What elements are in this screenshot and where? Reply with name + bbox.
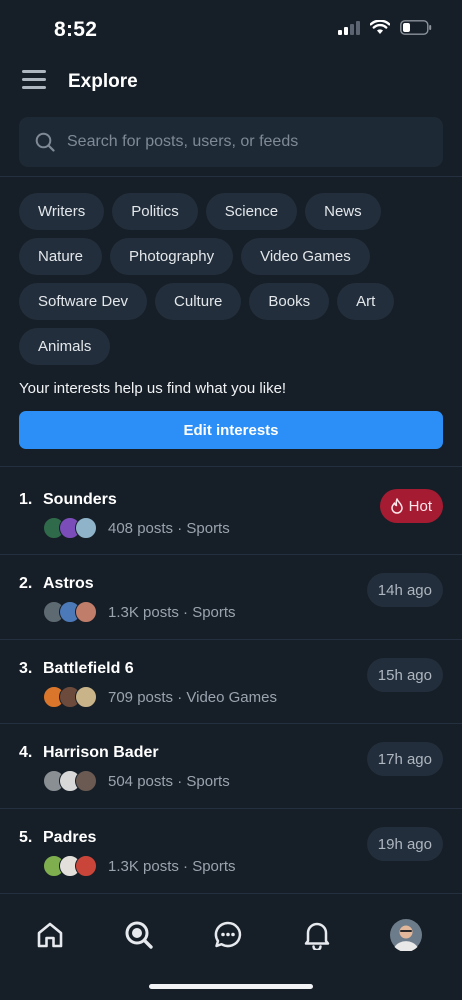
divider (0, 466, 462, 467)
trend-meta: 1.3K posts · Sports (108, 604, 236, 621)
trend-meta: 709 posts · Video Games (108, 689, 277, 706)
trend-name: Battlefield 6 (43, 660, 134, 677)
chat-icon[interactable] (211, 918, 245, 952)
flame-icon (390, 498, 403, 514)
avatar (75, 517, 97, 539)
divider (0, 554, 462, 555)
avatar (75, 855, 97, 877)
search-icon[interactable] (122, 918, 156, 952)
trend-rank: 5. (19, 829, 33, 846)
time-badge: 19h ago (366, 827, 443, 861)
avatar (75, 601, 97, 623)
cellular-signal-icon (338, 20, 360, 35)
avatar-stack (43, 601, 99, 623)
chip-writers[interactable]: Writers (19, 193, 105, 230)
home-icon[interactable] (33, 918, 67, 952)
avatar-stack (43, 855, 99, 877)
avatar-stack (43, 686, 99, 708)
time-badge: 17h ago (366, 742, 443, 776)
search-bar[interactable] (19, 117, 443, 167)
header: Explore (0, 60, 462, 104)
chip-animals[interactable]: Animals (19, 328, 111, 365)
divider (0, 808, 462, 809)
chip-video-games[interactable]: Video Games (241, 238, 370, 275)
trend-name: Sounders (43, 491, 117, 508)
menu-icon[interactable] (22, 70, 48, 92)
bell-icon[interactable] (300, 918, 334, 952)
battery-icon (400, 20, 432, 35)
page-title: Explore (68, 71, 138, 92)
trend-name: Padres (43, 829, 97, 846)
chip-nature[interactable]: Nature (19, 238, 103, 275)
search-input[interactable] (67, 133, 443, 151)
trend-meta: 408 posts · Sports (108, 520, 230, 537)
time-badge: 14h ago (366, 573, 443, 607)
chip-science[interactable]: Science (205, 193, 298, 230)
chip-photography[interactable]: Photography (110, 238, 234, 275)
interests-note: Your interests help us find what you lik… (19, 380, 287, 397)
trend-rank: 1. (19, 491, 33, 508)
avatar (75, 686, 97, 708)
divider (0, 176, 462, 177)
chip-books[interactable]: Books (249, 283, 330, 320)
profile-avatar[interactable] (389, 918, 423, 952)
trend-meta: 1.3K posts · Sports (108, 858, 236, 875)
divider (0, 639, 462, 640)
trend-row[interactable]: 2. Astros 1.3K posts · Sports 14h ago (0, 573, 462, 657)
avatar (75, 770, 97, 792)
trend-name: Astros (43, 575, 94, 592)
trend-row[interactable]: 4. Harrison Bader 504 posts · Sports 17h… (0, 742, 462, 826)
chip-art[interactable]: Art (337, 283, 395, 320)
trend-rank: 2. (19, 575, 33, 592)
edit-interests-button[interactable]: Edit interests (19, 411, 443, 449)
status-time: 8:52 (54, 18, 98, 41)
chip-software-dev[interactable]: Software Dev (19, 283, 148, 320)
search-icon (35, 132, 55, 152)
avatar-stack (43, 517, 99, 539)
trend-name: Harrison Bader (43, 744, 159, 761)
trend-rank: 4. (19, 744, 33, 761)
trend-row[interactable]: 1. Sounders 408 posts · Sports Hot (0, 489, 462, 573)
time-badge: 15h ago (366, 658, 443, 692)
chip-culture[interactable]: Culture (155, 283, 242, 320)
chip-news[interactable]: News (305, 193, 381, 230)
trend-meta: 504 posts · Sports (108, 773, 230, 790)
home-indicator (149, 984, 313, 989)
wifi-icon (370, 20, 390, 34)
trend-rank: 3. (19, 660, 33, 677)
chip-politics[interactable]: Politics (112, 193, 198, 230)
status-bar: 8:52 (0, 0, 462, 58)
hot-badge: Hot (379, 489, 443, 523)
interest-chips: Writers Politics Science News Nature Pho… (19, 193, 449, 365)
status-icons (338, 20, 432, 35)
divider (0, 723, 462, 724)
trend-row[interactable]: 3. Battlefield 6 709 posts · Video Games… (0, 658, 462, 742)
badge-label: Hot (408, 497, 432, 515)
avatar-stack (43, 770, 99, 792)
